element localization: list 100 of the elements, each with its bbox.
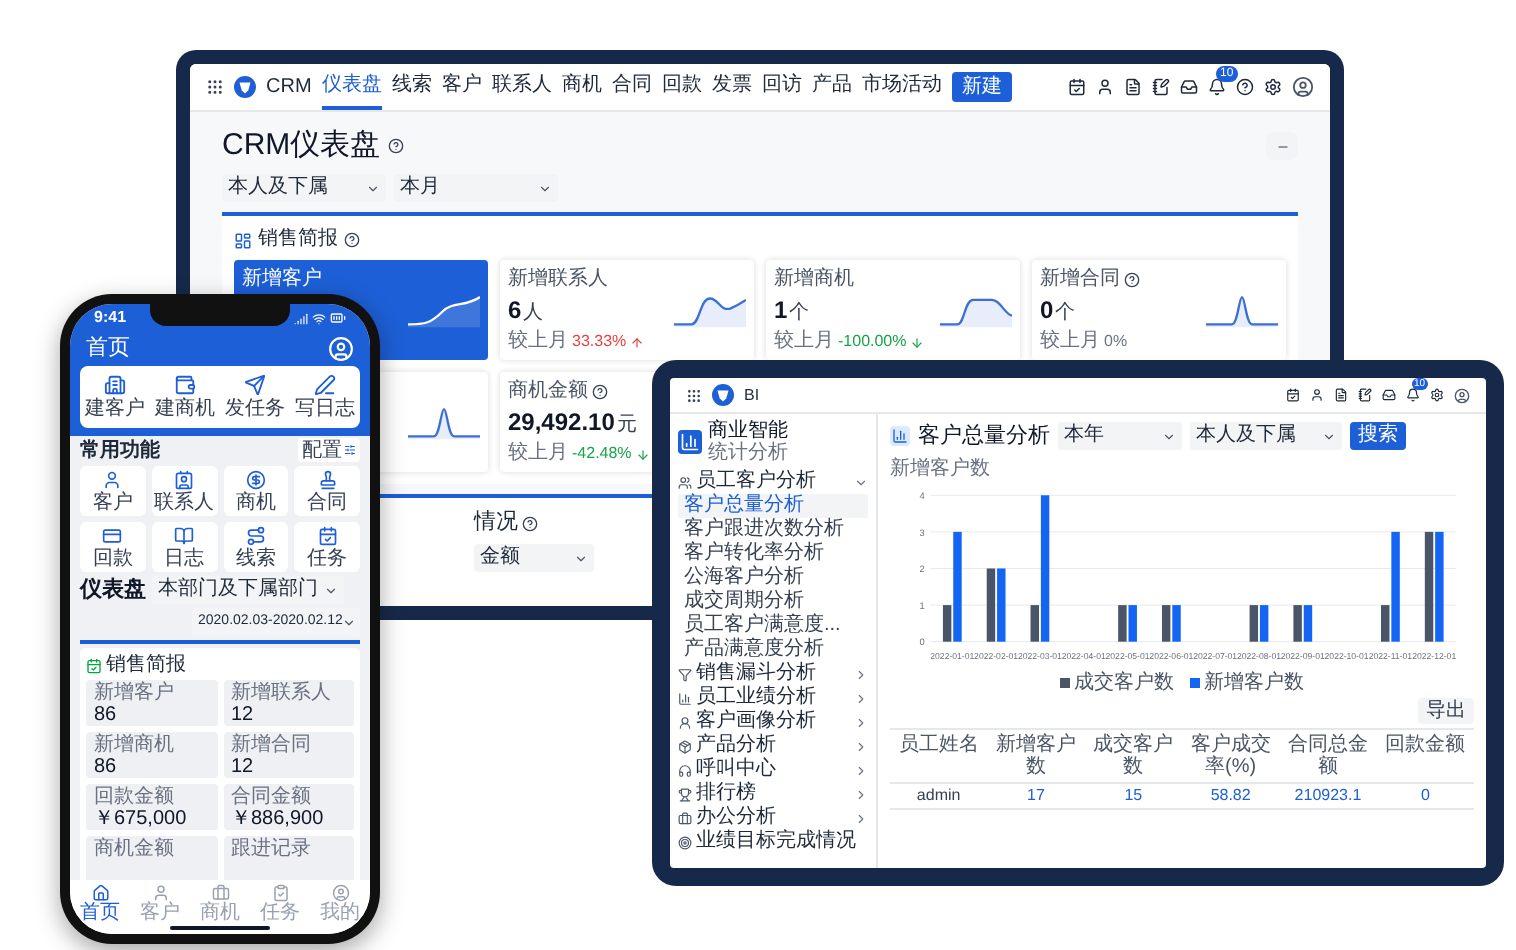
calendar-icon[interactable]	[1068, 78, 1086, 96]
sidebar-group[interactable]: 排行榜	[678, 782, 868, 806]
search-button[interactable]: 搜索	[1350, 422, 1406, 450]
card-value: 1	[774, 296, 788, 324]
logo-icon	[234, 76, 256, 98]
filter-dropdown[interactable]: 本人及下属	[1190, 422, 1342, 450]
compare-label: 较上月	[508, 330, 568, 354]
section-title: 情况	[474, 510, 518, 536]
nav-tab[interactable]: 线索	[391, 64, 432, 110]
user-icon	[151, 883, 169, 901]
sidebar-group[interactable]: 员工客户分析	[678, 470, 868, 494]
document-icon[interactable]	[1334, 388, 1348, 402]
inbox-icon[interactable]	[1180, 78, 1198, 96]
quick-action[interactable]: 写日志	[290, 366, 360, 428]
notebook-icon[interactable]	[1152, 78, 1170, 96]
nav-tab[interactable]: 回款	[661, 64, 702, 110]
sidebar-group[interactable]: 员工业绩分析	[678, 686, 868, 710]
quick-action[interactable]: 建客户	[80, 366, 150, 428]
function-tile[interactable]: 回款	[80, 522, 146, 572]
stat-value: 86	[94, 704, 119, 726]
sidebar-item[interactable]: 客户转化率分析	[678, 542, 868, 566]
avatar-icon[interactable]	[1454, 387, 1470, 403]
function-tile[interactable]: 联系人	[151, 466, 217, 516]
sidebar-group[interactable]: 业绩目标完成情况	[678, 830, 868, 854]
caret-icon	[1322, 429, 1336, 443]
briefing-icon	[234, 231, 252, 249]
settings-icon[interactable]	[1264, 78, 1282, 96]
notification-icon[interactable]	[1406, 388, 1420, 402]
metric-dropdown[interactable]: 金额	[474, 544, 594, 572]
function-tile[interactable]: 商机	[223, 466, 289, 516]
calendar-icon[interactable]	[1286, 388, 1300, 402]
home-icon	[91, 883, 109, 901]
nav-tab[interactable]: 客户	[441, 64, 482, 110]
nav-tab[interactable]: 联系人	[491, 64, 552, 110]
apps-grid-icon[interactable]	[206, 78, 224, 96]
legend-label: 成交客户数	[1074, 672, 1174, 694]
legend-label: 新增客户数	[1204, 672, 1304, 694]
sidebar-group[interactable]: 呼叫中心	[678, 758, 868, 782]
filter-dropdown[interactable]: 本人及下属	[222, 174, 386, 202]
compare-label: 较上月	[774, 330, 834, 354]
function-tile[interactable]: 日志	[151, 522, 217, 572]
caret-icon	[574, 551, 588, 565]
sidebar-item[interactable]: 成交周期分析	[678, 590, 868, 614]
function-tile[interactable]: 合同	[294, 466, 360, 516]
calendar-icon	[86, 657, 102, 673]
sidebar-item[interactable]: 产品满意度分析	[678, 638, 868, 662]
sidebar-item[interactable]: 员工客户满意度...	[678, 614, 868, 638]
filter-dropdown[interactable]: 本年	[1058, 422, 1182, 450]
user-icon[interactable]	[1310, 388, 1324, 402]
contact-icon	[174, 469, 195, 489]
settings-icon[interactable]	[1430, 388, 1444, 402]
page-title: 客户总量分析	[918, 423, 1050, 449]
apps-grid-icon[interactable]	[686, 387, 702, 403]
help-icon[interactable]	[1236, 78, 1254, 96]
document-icon[interactable]	[1124, 78, 1142, 96]
sidebar-group[interactable]: 产品分析	[678, 734, 868, 758]
quick-action[interactable]: 发任务	[220, 366, 290, 428]
sidebar-group[interactable]: 客户画像分析	[678, 710, 868, 734]
avatar-icon[interactable]	[1292, 76, 1314, 98]
nav-tab[interactable]: 商机	[561, 64, 602, 110]
sidebar-item[interactable]: 客户总量分析	[678, 494, 868, 518]
function-tile[interactable]: 线索	[223, 522, 289, 572]
change-value: 0%	[1104, 330, 1128, 354]
stat-label: 新增商机	[94, 734, 176, 756]
column-header: 回款金额	[1383, 731, 1468, 760]
analytics-icon	[678, 430, 702, 454]
nav-tab[interactable]: 市场活动	[861, 64, 942, 110]
tab[interactable]: 首页	[70, 880, 130, 926]
nav-tab[interactable]: 合同	[611, 64, 652, 110]
table-cell-text: 58.82	[1208, 784, 1253, 808]
sidebar-group[interactable]: 办公分析	[678, 806, 868, 830]
sidebar-item[interactable]: 客户跟进次数分析	[678, 518, 868, 542]
unit-label: 人	[523, 302, 544, 326]
new-button[interactable]: 新建	[951, 72, 1012, 102]
notebook-icon[interactable]	[1358, 388, 1372, 402]
card-value: 0	[1040, 296, 1054, 324]
nav-tab[interactable]: 产品	[811, 64, 852, 110]
function-tile[interactable]: 客户	[80, 466, 146, 516]
inbox-icon[interactable]	[1382, 388, 1396, 402]
sidebar-item[interactable]: 公海客户分析	[678, 566, 868, 590]
table-cell-text: admin	[914, 784, 963, 808]
export-button[interactable]: 导出	[1418, 698, 1474, 724]
function-tile[interactable]: 任务	[294, 522, 360, 572]
config-button[interactable]: 配置	[298, 438, 360, 462]
route-icon	[245, 525, 266, 545]
phone-notch	[150, 304, 290, 326]
chevron-down-icon	[854, 475, 868, 489]
nav-tab[interactable]: 发票	[711, 64, 752, 110]
nav-tab[interactable]: 回访	[761, 64, 802, 110]
building-icon	[104, 374, 126, 396]
filter-dropdown[interactable]: 本月	[394, 174, 558, 202]
clipboard-icon	[271, 883, 289, 901]
notification-icon[interactable]	[1208, 78, 1226, 96]
user-icon[interactable]	[1096, 78, 1114, 96]
caret-icon	[538, 181, 552, 195]
quick-action[interactable]: 建商机	[150, 366, 220, 428]
stamp-icon	[317, 469, 338, 489]
sidebar-group[interactable]: 销售漏斗分析	[678, 662, 868, 686]
calendar-icon	[317, 525, 338, 545]
app-name: BI	[744, 383, 760, 407]
